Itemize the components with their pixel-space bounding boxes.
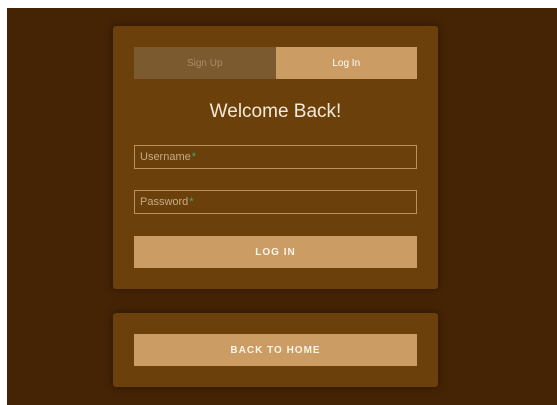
page-background: Sign Up Log In Welcome Back! Username * P… bbox=[7, 8, 557, 405]
auth-tabs: Sign Up Log In bbox=[134, 47, 417, 79]
password-field[interactable]: Password * bbox=[134, 190, 417, 214]
page-title: Welcome Back! bbox=[209, 101, 342, 122]
tab-sign-up[interactable]: Sign Up bbox=[134, 47, 276, 79]
home-panel: BACK TO HOME bbox=[113, 313, 438, 387]
log-in-button[interactable]: LOG IN bbox=[134, 236, 417, 268]
login-form-panel: Sign Up Log In Welcome Back! Username * P… bbox=[113, 26, 438, 289]
password-required-mark: * bbox=[189, 196, 194, 208]
username-label: Username bbox=[140, 151, 191, 163]
tab-log-in[interactable]: Log In bbox=[275, 47, 417, 79]
back-to-home-button[interactable]: BACK TO HOME bbox=[134, 334, 417, 366]
username-required-mark: * bbox=[191, 151, 197, 163]
username-field[interactable]: Username * bbox=[134, 145, 417, 169]
password-label: Password bbox=[140, 196, 189, 208]
